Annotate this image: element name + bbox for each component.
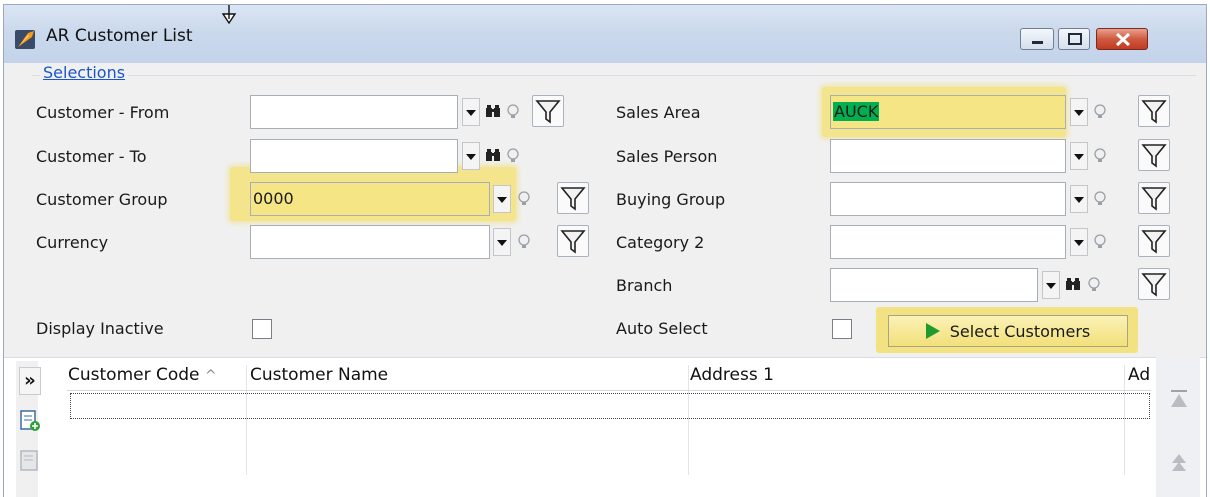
filter-funnel-icon [1141,187,1167,211]
customer-group-dropdown[interactable] [493,185,511,213]
category-2-filter-button[interactable] [1138,225,1170,257]
grid-header-divider [67,390,1151,391]
branch-input[interactable] [830,268,1038,302]
currency-dropdown[interactable] [493,228,511,256]
column-header-address-2[interactable]: Ad [1128,365,1150,385]
column-header-label: Customer Code [68,365,200,385]
sales-area-filter-button[interactable] [1138,95,1170,127]
filter-funnel-icon [560,230,586,254]
edit-record-icon[interactable] [18,449,42,473]
lightbulb-icon[interactable] [514,228,534,256]
binoculars-icon[interactable] [483,98,503,126]
select-customers-button[interactable]: Select Customers [888,315,1128,347]
customer-to-dropdown[interactable] [462,142,480,170]
category-2-label: Category 2 [616,233,705,252]
customer-from-dropdown[interactable] [462,98,480,126]
binoculars-icon[interactable] [483,142,503,170]
filter-funnel-icon [1141,100,1167,124]
column-header-customer-name[interactable]: Customer Name [250,365,388,385]
sales-area-label: Sales Area [616,103,701,122]
display-inactive-label: Display Inactive [36,319,164,338]
customer-from-label: Customer - From [36,103,170,122]
app-icon [15,30,35,49]
column-separator[interactable] [1124,365,1125,475]
category-2-dropdown[interactable] [1070,228,1088,256]
auto-select-checkbox[interactable] [832,319,852,339]
branch-filter-button[interactable] [1138,268,1170,300]
buying-group-input[interactable] [830,182,1066,216]
currency-input[interactable] [250,225,490,259]
sort-ascending-icon: ^ [204,368,217,384]
column-header-address-1[interactable]: Address 1 [690,365,774,385]
ar-customer-list-window: AR Customer List Selections Customer - F… [3,4,1207,497]
column-header-customer-code[interactable]: Customer Code ^ [68,365,217,385]
minimize-button[interactable] [1020,28,1054,50]
maximize-button[interactable] [1058,28,1090,50]
add-record-icon[interactable] [18,409,42,433]
binoculars-icon[interactable] [1063,271,1083,299]
branch-label: Branch [616,276,673,295]
customer-from-filter-button[interactable] [532,95,564,127]
close-button[interactable] [1096,28,1148,50]
lightbulb-icon[interactable] [503,98,523,126]
customer-to-label: Customer - To [36,147,147,166]
maximize-icon [1068,33,1082,45]
filter-funnel-icon [560,187,586,211]
buying-group-label: Buying Group [616,190,726,209]
minimize-icon [1032,41,1043,44]
title-bar[interactable]: AR Customer List [4,5,1206,63]
branch-dropdown[interactable] [1042,271,1060,299]
sales-area-dropdown[interactable] [1070,98,1088,126]
lightbulb-icon[interactable] [514,185,534,213]
play-icon [925,323,940,339]
page-up-icon[interactable] [1167,451,1191,475]
sales-area-input[interactable]: AUCK [830,95,1066,129]
auto-select-label: Auto Select [616,319,708,338]
close-icon [1115,32,1131,47]
lightbulb-icon[interactable] [1090,142,1110,170]
filter-funnel-icon [1141,230,1167,254]
lightbulb-icon[interactable] [1090,98,1110,126]
currency-label: Currency [36,233,109,252]
category-2-input[interactable] [830,225,1066,259]
buying-group-dropdown[interactable] [1070,185,1088,213]
currency-filter-button[interactable] [557,225,589,257]
scroll-to-top-icon[interactable] [1167,387,1191,411]
column-separator[interactable] [246,365,247,475]
customer-to-input[interactable] [250,139,458,173]
filter-funnel-icon [1141,144,1167,168]
customer-group-label: Customer Group [36,190,168,209]
filter-funnel-icon [1141,273,1167,297]
mouse-cursor-icon [221,5,237,25]
expand-panel-button[interactable]: » [19,367,41,395]
lightbulb-icon[interactable] [503,142,523,170]
customer-group-input[interactable]: 0000 [250,182,490,216]
customer-from-input[interactable] [250,95,458,129]
sales-area-value: AUCK [833,102,880,121]
lightbulb-icon[interactable] [1090,228,1110,256]
table-row[interactable] [70,393,1150,419]
filter-funnel-icon [535,100,561,124]
display-inactive-checkbox[interactable] [252,319,272,339]
selections-divider [32,75,1196,76]
sales-person-dropdown[interactable] [1070,142,1088,170]
select-customers-label: Select Customers [949,321,1091,341]
selections-group-label[interactable]: Selections [40,63,129,82]
sales-person-label: Sales Person [616,147,718,166]
window-title: AR Customer List [46,26,193,46]
lightbulb-icon[interactable] [1090,185,1110,213]
sales-person-filter-button[interactable] [1138,139,1170,171]
customer-group-filter-button[interactable] [557,182,589,214]
lightbulb-icon[interactable] [1084,271,1104,299]
buying-group-filter-button[interactable] [1138,182,1170,214]
column-separator[interactable] [688,365,689,475]
sales-person-input[interactable] [830,139,1066,173]
grid-vertical-scrollbar[interactable] [1156,357,1200,497]
